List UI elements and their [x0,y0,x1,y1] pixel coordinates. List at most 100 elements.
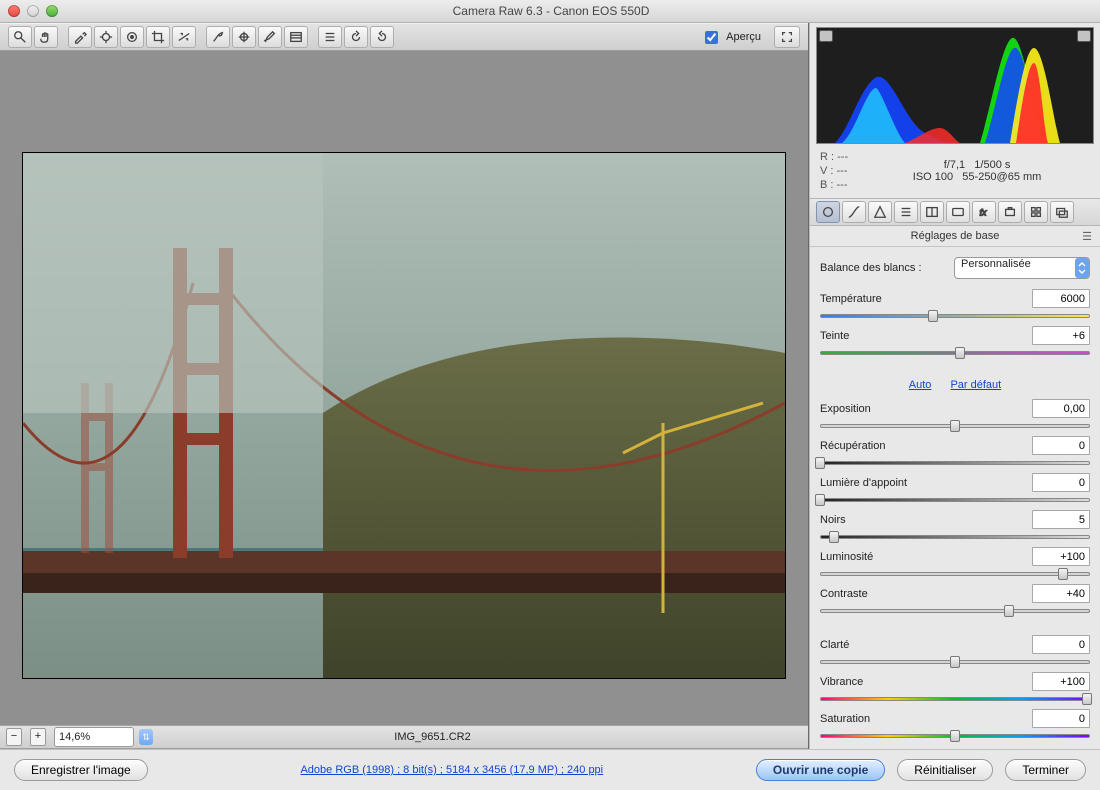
toggle-fullscreen-button[interactable] [774,26,800,48]
slider-track-clarity[interactable] [820,655,1090,667]
exif-iso: ISO 100 [913,171,953,183]
preferences-button[interactable] [318,26,342,48]
zoom-tool[interactable] [8,26,32,48]
slider-knob-tint[interactable] [955,347,965,359]
minimize-window-button[interactable] [27,5,39,17]
tab-split-toning[interactable] [920,201,944,223]
tab-basic[interactable] [816,201,840,223]
slider-row-exposure: Exposition [820,399,1090,431]
footer-bar: Enregistrer l'image Adobe RGB (1998) ; 8… [0,749,1100,790]
zoom-dropdown-icon[interactable]: ⇅ [139,729,153,745]
tab-calibration[interactable] [998,201,1022,223]
slider-row-recovery: Récupération [820,436,1090,468]
slider-label-blacks: Noirs [820,514,1032,526]
slider-value-tint[interactable] [1032,326,1090,345]
slider-track-fill[interactable] [820,493,1090,505]
adjustment-tabs: fx [810,198,1100,226]
slider-track-temperature[interactable] [820,309,1090,321]
slider-row-tint: Teinte [820,326,1090,358]
wb-eyedropper-tool[interactable] [68,26,92,48]
tab-effects[interactable]: fx [972,201,996,223]
slider-track-saturation[interactable] [820,729,1090,741]
slider-knob-clarity[interactable] [950,656,960,668]
slider-value-exposure[interactable] [1032,399,1090,418]
rotate-ccw-button[interactable] [344,26,368,48]
targeted-adjustment-tool[interactable] [120,26,144,48]
slider-value-temperature[interactable] [1032,289,1090,308]
hand-tool[interactable] [34,26,58,48]
slider-value-fill[interactable] [1032,473,1090,492]
zoom-in-button[interactable]: + [30,728,46,746]
slider-value-brightness[interactable] [1032,547,1090,566]
slider-label-saturation: Saturation [820,713,1032,725]
slider-value-vibrance[interactable] [1032,672,1090,691]
done-button[interactable]: Terminer [1005,759,1086,781]
workflow-options-link[interactable]: Adobe RGB (1998) ; 8 bit(s) ; 5184 x 345… [300,764,603,776]
slider-knob-recovery[interactable] [815,457,825,469]
filename-label: IMG_9651.CR2 [161,731,704,743]
zoom-level-field[interactable]: 14,6% [54,727,134,747]
panel-menu-icon[interactable]: ☰ [1082,230,1092,243]
tab-detail[interactable] [868,201,892,223]
image-preview[interactable] [22,152,786,679]
save-button[interactable]: Enregistrer l'image [14,759,148,781]
slider-track-contrast[interactable] [820,604,1090,616]
wb-select[interactable]: Personnalisée [954,257,1090,279]
slider-track-brightness[interactable] [820,567,1090,579]
default-link[interactable]: Par défaut [950,379,1001,391]
zoom-window-button[interactable] [46,5,58,17]
slider-track-exposure[interactable] [820,419,1090,431]
tab-hsl[interactable] [894,201,918,223]
readout-g: V : --- [820,164,848,178]
svg-text:fx: fx [980,208,987,218]
color-sampler-tool[interactable] [94,26,118,48]
slider-track-tint[interactable] [820,346,1090,358]
zoom-out-button[interactable]: − [6,728,22,746]
tab-lens[interactable] [946,201,970,223]
crop-tool[interactable] [146,26,170,48]
spot-removal-tool[interactable] [206,26,230,48]
slider-value-blacks[interactable] [1032,510,1090,529]
slider-label-brightness: Luminosité [820,551,1032,563]
preview-checkbox[interactable] [705,31,718,44]
slider-value-clarity[interactable] [1032,635,1090,654]
open-copy-button[interactable]: Ouvrir une copie [756,759,885,781]
tab-snapshots[interactable] [1050,201,1074,223]
slider-value-contrast[interactable] [1032,584,1090,603]
exif-shutter: 1/500 s [974,159,1010,171]
slider-knob-blacks[interactable] [829,531,839,543]
slider-knob-vibrance[interactable] [1082,693,1092,705]
redeye-tool[interactable] [232,26,256,48]
slider-label-fill: Lumière d'appoint [820,477,1032,489]
slider-knob-contrast[interactable] [1004,605,1014,617]
slider-track-vibrance[interactable] [820,692,1090,704]
slider-row-fill: Lumière d'appoint [820,473,1090,505]
close-window-button[interactable] [8,5,20,17]
title-bar: Camera Raw 6.3 - Canon EOS 550D [0,0,1100,23]
graduated-filter-tool[interactable] [284,26,308,48]
slider-value-recovery[interactable] [1032,436,1090,455]
slider-knob-exposure[interactable] [950,420,960,432]
adjustment-brush-tool[interactable] [258,26,282,48]
slider-track-recovery[interactable] [820,456,1090,468]
rotate-cw-button[interactable] [370,26,394,48]
readout-b: B : --- [820,178,848,192]
slider-row-temperature: Température [820,289,1090,321]
highlight-clip-indicator[interactable] [1077,30,1091,42]
zoom-value: 14,6% [59,731,90,743]
slider-knob-saturation[interactable] [950,730,960,742]
tab-presets[interactable] [1024,201,1048,223]
tab-curves[interactable] [842,201,866,223]
shadow-clip-indicator[interactable] [819,30,833,42]
slider-value-saturation[interactable] [1032,709,1090,728]
histogram[interactable] [816,27,1094,144]
slider-knob-fill[interactable] [815,494,825,506]
slider-label-recovery: Récupération [820,440,1032,452]
slider-knob-brightness[interactable] [1058,568,1068,580]
slider-track-blacks[interactable] [820,530,1090,542]
straighten-tool[interactable] [172,26,196,48]
slider-knob-temperature[interactable] [928,310,938,322]
auto-link[interactable]: Auto [909,379,932,391]
slider-row-blacks: Noirs [820,510,1090,542]
reset-button[interactable]: Réinitialiser [897,759,993,781]
